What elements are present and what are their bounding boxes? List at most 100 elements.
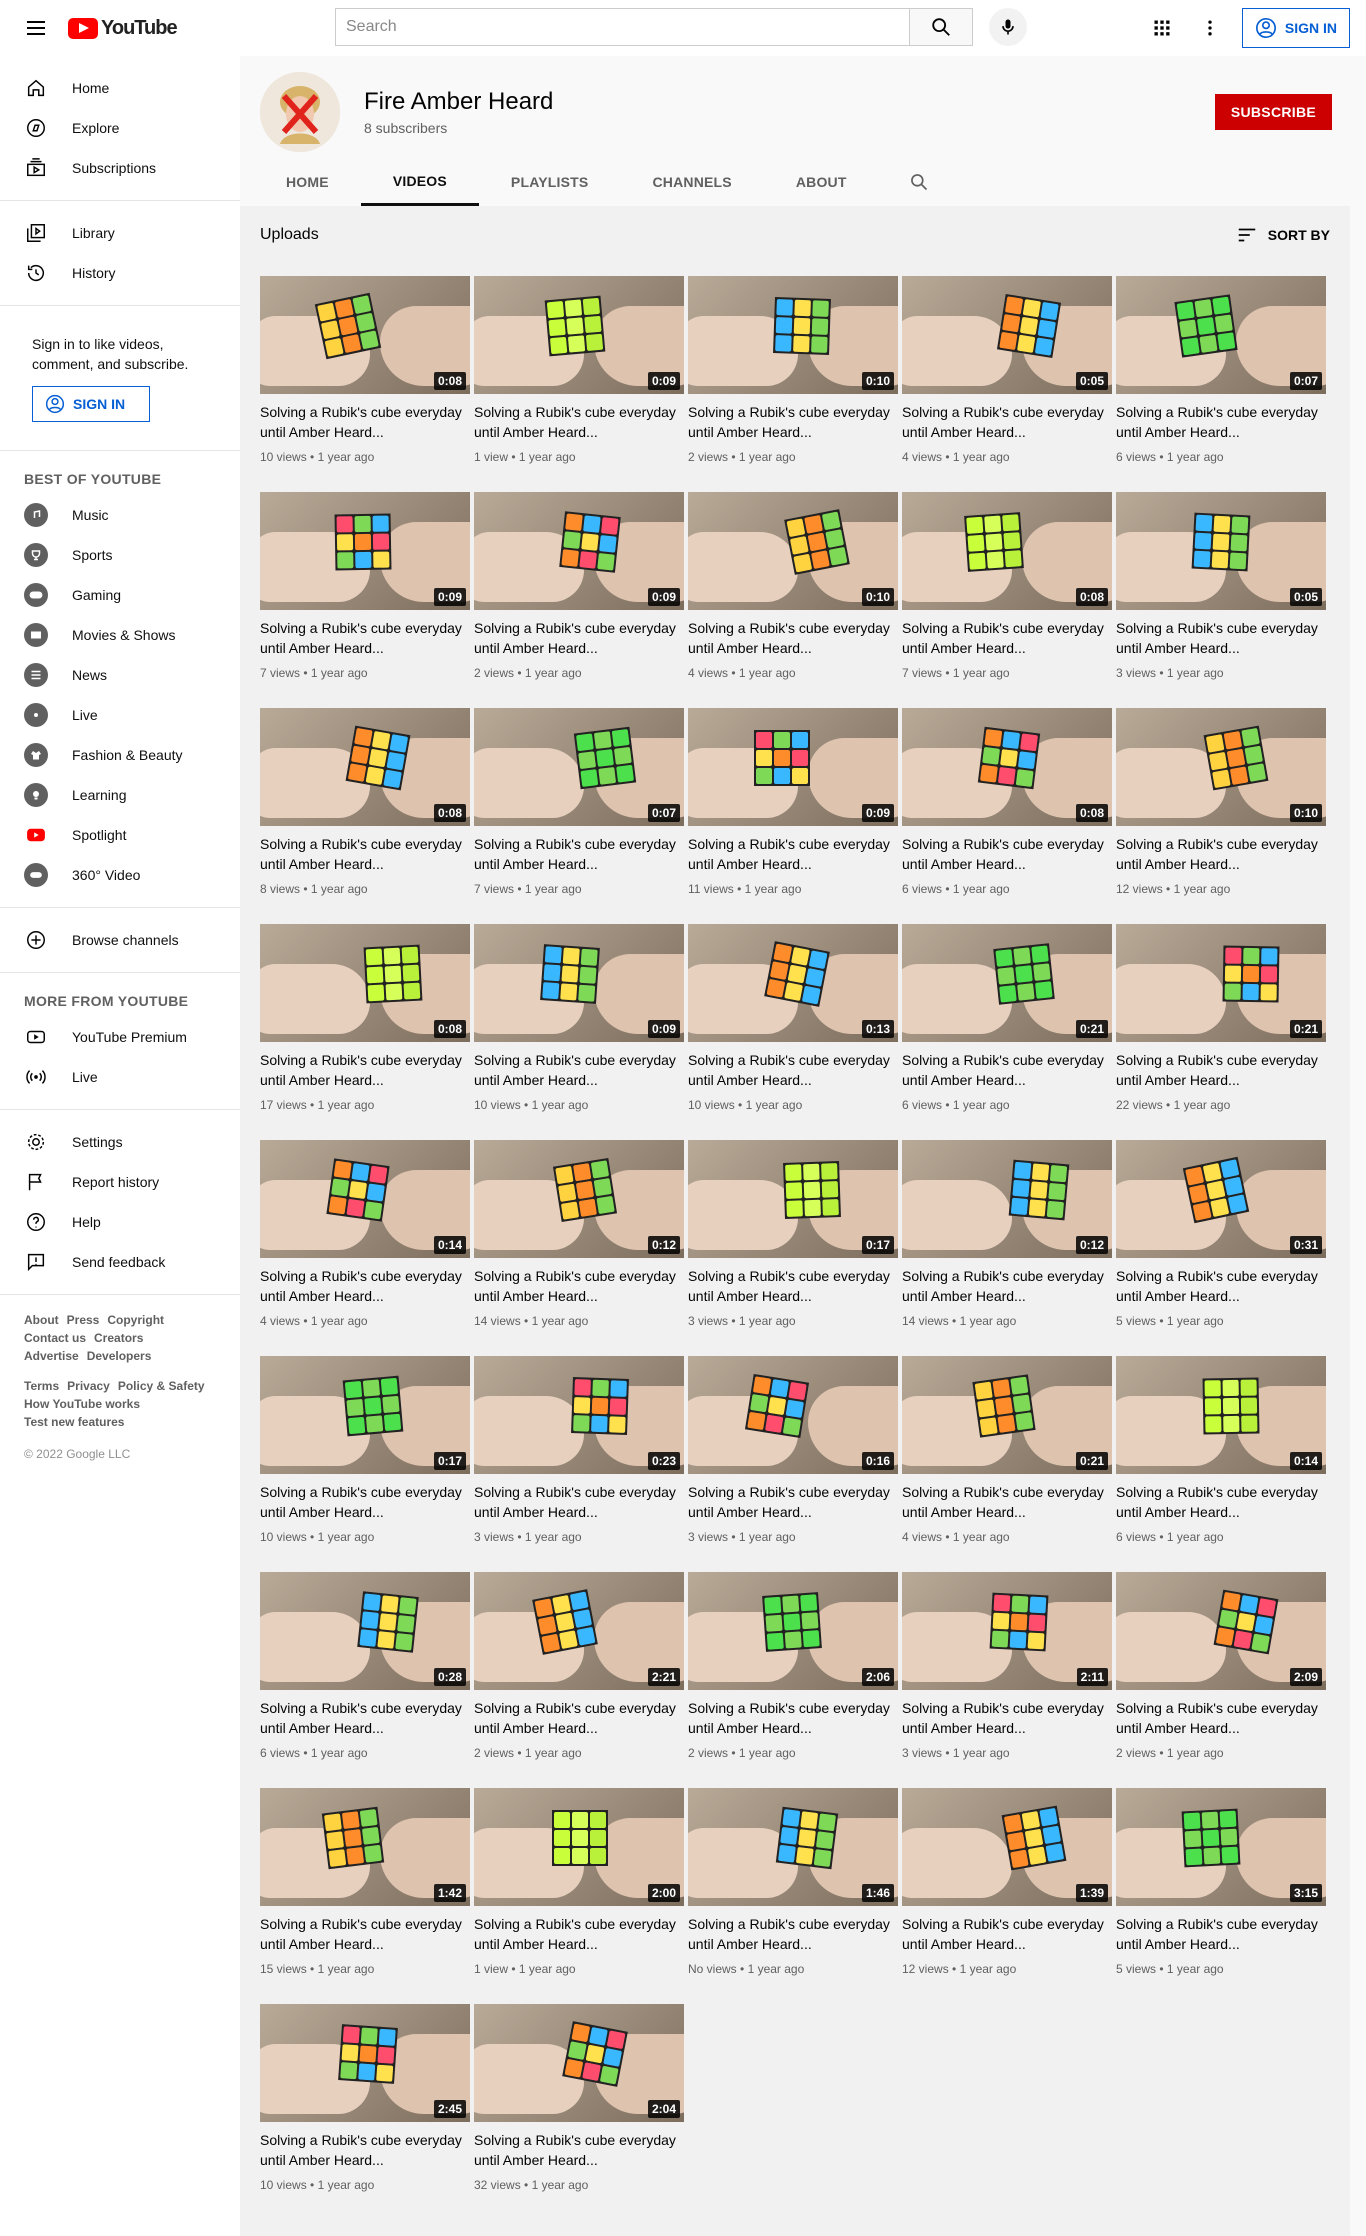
video-thumbnail[interactable]: 0:17 [260,1356,470,1474]
sidebar-item-360[interactable]: 360° Video [0,855,240,895]
video-title[interactable]: Solving a Rubik's cube everyday until Am… [474,1914,684,1954]
video-thumbnail[interactable]: 0:09 [474,492,684,610]
video-thumbnail[interactable]: 2:04 [474,2004,684,2122]
video-title[interactable]: Solving a Rubik's cube everyday until Am… [902,1266,1112,1306]
video-thumbnail[interactable]: 0:10 [688,276,898,394]
footer-link-press[interactable]: Press [67,1311,100,1329]
search-input[interactable] [335,8,909,46]
video-title[interactable]: Solving a Rubik's cube everyday until Am… [688,1482,898,1522]
channel-search-icon[interactable] [895,158,943,206]
sidebar-item-home[interactable]: Home [0,68,240,108]
video-card[interactable]: 2:21 Solving a Rubik's cube everyday unti… [474,1572,684,1788]
video-title[interactable]: Solving a Rubik's cube everyday until Am… [474,1266,684,1306]
sidebar-item-explore[interactable]: Explore [0,108,240,148]
video-thumbnail[interactable]: 2:45 [260,2004,470,2122]
sidebar-item-learning[interactable]: Learning [0,775,240,815]
video-thumbnail[interactable]: 0:09 [688,708,898,826]
tab-videos[interactable]: VIDEOS [360,158,479,206]
video-thumbnail[interactable]: 0:08 [260,924,470,1042]
footer-link-creators[interactable]: Creators [94,1329,143,1347]
tab-channels[interactable]: CHANNELS [620,158,763,206]
video-thumbnail[interactable]: 0:21 [902,924,1112,1042]
footer-link-developers[interactable]: Developers [87,1347,152,1365]
video-card[interactable]: 1:42 Solving a Rubik's cube everyday unti… [260,1788,470,2004]
video-card[interactable]: 0:31 Solving a Rubik's cube everyday unti… [1116,1140,1326,1356]
video-title[interactable]: Solving a Rubik's cube everyday until Am… [474,834,684,874]
video-title[interactable]: Solving a Rubik's cube everyday until Am… [1116,402,1326,442]
footer-link-about[interactable]: About [24,1311,59,1329]
sidebar-item-sports[interactable]: Sports [0,535,240,575]
video-title[interactable]: Solving a Rubik's cube everyday until Am… [1116,1266,1326,1306]
video-title[interactable]: Solving a Rubik's cube everyday until Am… [688,1698,898,1738]
video-title[interactable]: Solving a Rubik's cube everyday until Am… [260,1050,470,1090]
video-title[interactable]: Solving a Rubik's cube everyday until Am… [1116,1914,1326,1954]
tab-home[interactable]: HOME [254,158,361,206]
video-thumbnail[interactable]: 0:09 [474,276,684,394]
video-title[interactable]: Solving a Rubik's cube everyday until Am… [474,402,684,442]
sidebar-item-browse-channels[interactable]: Browse channels [0,920,240,960]
video-thumbnail[interactable]: 0:21 [902,1356,1112,1474]
video-card[interactable]: 0:10 Solving a Rubik's cube everyday unti… [688,492,898,708]
video-card[interactable]: 0:05 Solving a Rubik's cube everyday unti… [902,276,1112,492]
sidebar-item-gaming[interactable]: Gaming [0,575,240,615]
subscribe-button[interactable]: SUBSCRIBE [1214,94,1332,130]
footer-link-how-youtube-works[interactable]: How YouTube works [24,1395,140,1413]
video-card[interactable]: 0:08 Solving a Rubik's cube everyday unti… [902,708,1112,924]
video-title[interactable]: Solving a Rubik's cube everyday until Am… [688,402,898,442]
youtube-logo[interactable]: YouTube [68,17,178,40]
video-title[interactable]: Solving a Rubik's cube everyday until Am… [474,1698,684,1738]
video-card[interactable]: 2:11 Solving a Rubik's cube everyday unti… [902,1572,1112,1788]
video-title[interactable]: Solving a Rubik's cube everyday until Am… [260,1698,470,1738]
video-thumbnail[interactable]: 2:00 [474,1788,684,1906]
video-title[interactable]: Solving a Rubik's cube everyday until Am… [902,618,1112,658]
video-card[interactable]: 0:10 Solving a Rubik's cube everyday unti… [1116,708,1326,924]
video-card[interactable]: 0:14 Solving a Rubik's cube everyday unti… [260,1140,470,1356]
video-title[interactable]: Solving a Rubik's cube everyday until Am… [688,618,898,658]
sidebar-item-live-broadcast[interactable]: Live [0,1057,240,1097]
video-title[interactable]: Solving a Rubik's cube everyday until Am… [260,1266,470,1306]
video-thumbnail[interactable]: 0:08 [260,276,470,394]
more-vert-icon[interactable] [1190,8,1230,48]
sidebar-item-fashion[interactable]: Fashion & Beauty [0,735,240,775]
tab-playlists[interactable]: PLAYLISTS [479,158,621,206]
video-thumbnail[interactable]: 1:46 [688,1788,898,1906]
video-title[interactable]: Solving a Rubik's cube everyday until Am… [688,1266,898,1306]
video-title[interactable]: Solving a Rubik's cube everyday until Am… [688,1914,898,1954]
voice-search-button[interactable] [989,8,1027,46]
video-thumbnail[interactable]: 1:39 [902,1788,1112,1906]
video-card[interactable]: 0:17 Solving a Rubik's cube everyday unti… [260,1356,470,1572]
video-card[interactable]: 0:12 Solving a Rubik's cube everyday unti… [474,1140,684,1356]
video-thumbnail[interactable]: 0:14 [1116,1356,1326,1474]
video-thumbnail[interactable]: 3:15 [1116,1788,1326,1906]
video-title[interactable]: Solving a Rubik's cube everyday until Am… [260,834,470,874]
sidebar-item-movies[interactable]: Movies & Shows [0,615,240,655]
video-card[interactable]: 0:07 Solving a Rubik's cube everyday unti… [1116,276,1326,492]
sidebar-item-music[interactable]: Music [0,495,240,535]
sidebar-item-spotlight[interactable]: Spotlight [0,815,240,855]
video-thumbnail[interactable]: 0:31 [1116,1140,1326,1258]
tab-about[interactable]: ABOUT [764,158,879,206]
video-thumbnail[interactable]: 0:10 [1116,708,1326,826]
video-title[interactable]: Solving a Rubik's cube everyday until Am… [902,402,1112,442]
video-title[interactable]: Solving a Rubik's cube everyday until Am… [1116,618,1326,658]
video-thumbnail[interactable]: 0:07 [1116,276,1326,394]
video-card[interactable]: 1:46 Solving a Rubik's cube everyday unti… [688,1788,898,2004]
video-card[interactable]: 0:28 Solving a Rubik's cube everyday unti… [260,1572,470,1788]
video-card[interactable]: 0:07 Solving a Rubik's cube everyday unti… [474,708,684,924]
footer-link-copyright[interactable]: Copyright [107,1311,164,1329]
footer-link-advertise[interactable]: Advertise [24,1347,79,1365]
video-thumbnail[interactable]: 0:23 [474,1356,684,1474]
sort-by-button[interactable]: SORT BY [1236,224,1330,246]
menu-icon[interactable] [16,8,56,48]
video-thumbnail[interactable]: 0:12 [474,1140,684,1258]
footer-link-test-features[interactable]: Test new features [24,1413,124,1431]
sidebar-item-library[interactable]: Library [0,213,240,253]
sidebar-item-premium[interactable]: YouTube Premium [0,1017,240,1057]
video-card[interactable]: 2:09 Solving a Rubik's cube everyday unti… [1116,1572,1326,1788]
video-title[interactable]: Solving a Rubik's cube everyday until Am… [474,1050,684,1090]
video-thumbnail[interactable]: 2:09 [1116,1572,1326,1690]
video-thumbnail[interactable]: 0:13 [688,924,898,1042]
video-card[interactable]: 3:15 Solving a Rubik's cube everyday unti… [1116,1788,1326,2004]
video-thumbnail[interactable]: 0:05 [1116,492,1326,610]
footer-link-policy[interactable]: Policy & Safety [118,1377,205,1395]
